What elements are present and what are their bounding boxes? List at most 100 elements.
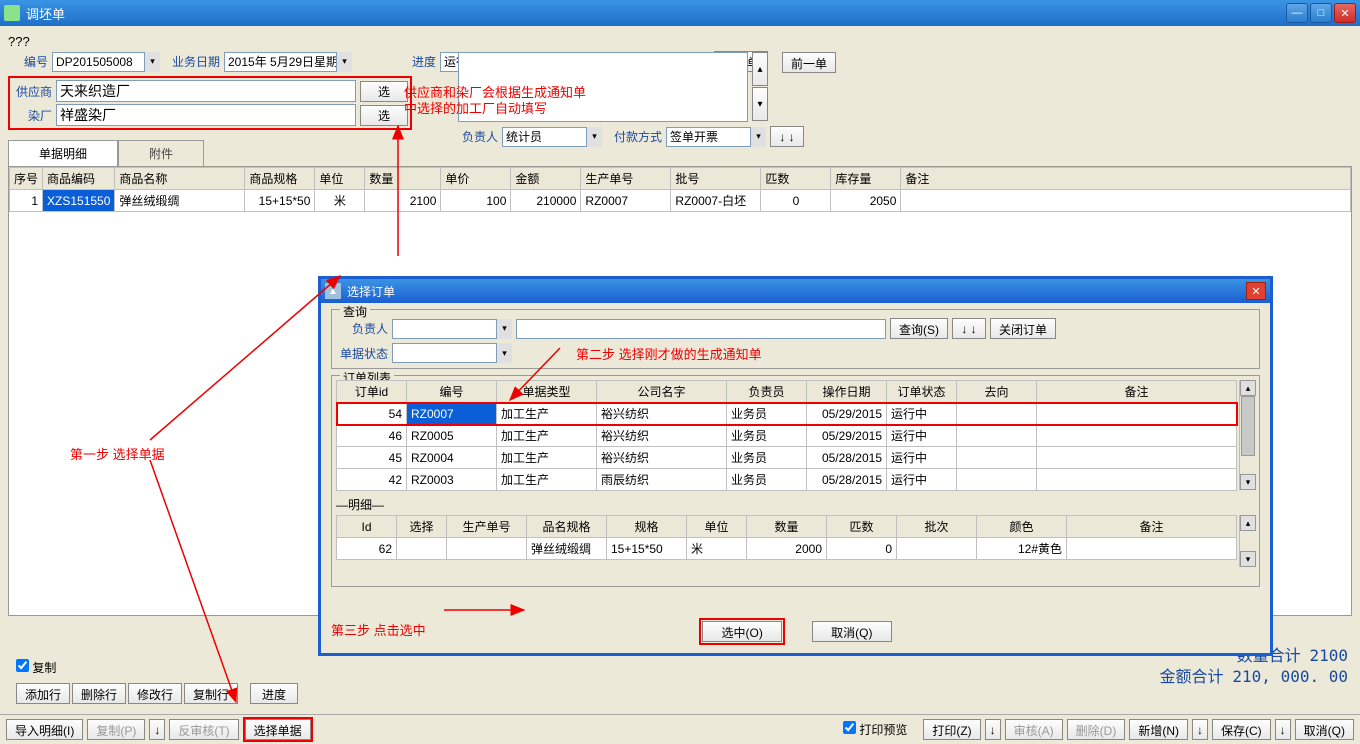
content-marker: ??? (8, 34, 1352, 49)
approve-button: 审核(A) (1005, 719, 1063, 740)
save-button[interactable]: 保存(C) (1212, 719, 1271, 740)
col-qty: 数量 (365, 168, 441, 190)
footer-bar: 导入明细(I) 复制(P) ↓ 反审核(T) 选择单据 打印预览 打印(Z) ↓… (0, 714, 1360, 744)
progress-button[interactable]: 进度 (250, 683, 298, 704)
memo-down-icon[interactable]: ▾ (752, 87, 768, 121)
delete-button: 删除(D) (1067, 719, 1126, 740)
select-sheet-button[interactable]: 选择单据 (245, 719, 311, 740)
total-amount: 210, 000. 00 (1232, 667, 1348, 686)
principal-dropdown-icon[interactable]: ▾ (586, 127, 602, 147)
cancel-button[interactable]: 取消(Q) (1295, 719, 1354, 740)
no-dropdown-icon[interactable]: ▾ (144, 52, 160, 72)
annotation-step2: 第二步 选择刚才做的生成通知单 (576, 344, 762, 363)
annotation-step3: 第三步 点击选中 (331, 620, 426, 639)
col-code: 商品编码 (43, 168, 115, 190)
order-scrollbar[interactable]: ▴▾ (1239, 380, 1255, 490)
detail-grid[interactable]: 序号 商品编码 商品名称 商品规格 单位 数量 单价 金额 生产单号 批号 匹数… (9, 167, 1351, 212)
dialog-icon: ▲ (325, 283, 341, 299)
dlg-query-button[interactable]: 查询(S) (890, 318, 948, 339)
col-spec: 商品规格 (245, 168, 315, 190)
progress-label: 进度 (400, 53, 436, 70)
order-grid[interactable]: 订单id编号单据类型公司名字负责员操作日期订单状态去向备注 54RZ0007加工… (336, 380, 1237, 491)
col-amount: 金额 (511, 168, 581, 190)
mod-row-button[interactable]: 修改行 (128, 683, 182, 704)
detail-scrollbar[interactable]: ▴▾ (1239, 515, 1255, 567)
dlg-principal-input[interactable] (392, 319, 512, 339)
dlg-query-input[interactable] (516, 319, 886, 339)
tab-detail[interactable]: 单据明细 (8, 140, 118, 166)
new-button[interactable]: 新增(N) (1129, 719, 1188, 740)
paymethod-label: 付款方式 (606, 128, 662, 145)
copy-row-button[interactable]: 复制行 (184, 683, 238, 704)
copy-checkbox[interactable]: 复制 (16, 661, 56, 675)
supplier-label: 供应商 (12, 83, 52, 100)
nav-down-button[interactable]: ↓ ↓ (770, 126, 804, 147)
title-bar: 调坯单 — □ ✕ (0, 0, 1360, 26)
paymethod-dropdown-icon[interactable]: ▾ (750, 127, 766, 147)
bizdate-label: 业务日期 (164, 53, 220, 70)
order-row[interactable]: 42RZ0003加工生产雨辰纺织业务员05/28/2015运行中 (337, 469, 1237, 491)
dialog-title-bar: ▲ 选择订单 ✕ (321, 279, 1270, 303)
print-dropdown-icon[interactable]: ↓ (985, 719, 1001, 740)
order-row[interactable]: 46RZ0005加工生产裕兴纺织业务员05/29/2015运行中 (337, 425, 1237, 447)
supplier-input[interactable] (56, 80, 356, 102)
no-label: 编号 (8, 53, 48, 70)
dye-input[interactable] (56, 104, 356, 126)
memo-textarea[interactable] (458, 52, 748, 122)
dlg-down-button[interactable]: ↓ ↓ (952, 318, 986, 339)
minimize-button[interactable]: — (1286, 3, 1308, 23)
query-group: 查询 负责人 ▾ 查询(S) ↓ ↓ 关闭订单 单据状态 ▾ 第二步 选择刚才做… (331, 309, 1260, 369)
new-dropdown-icon[interactable]: ↓ (1192, 719, 1208, 740)
dlg-principal-label: 负责人 (340, 320, 388, 337)
dlg-ok-button[interactable]: 选中(O) (702, 621, 782, 642)
select-order-dialog: ▲ 选择订单 ✕ 查询 负责人 ▾ 查询(S) ↓ ↓ 关闭订单 单据状态 ▾ … (318, 276, 1273, 656)
print-button[interactable]: 打印(Z) (923, 719, 980, 740)
grid-row[interactable]: 1 XZS151550 弹丝绒缎绸 15+15*50 米 2100 100 21… (10, 190, 1351, 212)
window-title: 调坯单 (26, 4, 1286, 23)
supplier-select-button[interactable]: 选 (360, 81, 408, 102)
dlg-principal-dropdown-icon[interactable]: ▾ (496, 319, 512, 339)
principal-label: 负责人 (458, 128, 498, 145)
dialog-close-button[interactable]: ✕ (1246, 282, 1266, 300)
save-dropdown-icon[interactable]: ↓ (1275, 719, 1291, 740)
col-batch: 批号 (671, 168, 761, 190)
dialog-title: 选择订单 (347, 283, 1246, 300)
row-actions: 添加行 删除行 修改行 复制行 进度 (16, 683, 298, 704)
content-area: ??? 编号 ▾ 业务日期 ▾ 进度 ▾ 操作员 后一单 供应商 选 (0, 26, 1360, 744)
close-button[interactable]: ✕ (1334, 3, 1356, 23)
dlg-status-dropdown-icon[interactable]: ▾ (496, 343, 512, 363)
dye-select-button[interactable]: 选 (360, 105, 408, 126)
prev-sheet-button[interactable]: 前一单 (782, 52, 836, 73)
bizdate-dropdown-icon[interactable]: ▾ (336, 52, 352, 72)
dlg-status-input[interactable] (392, 343, 512, 363)
col-prodno: 生产单号 (581, 168, 671, 190)
dlg-status-label: 单据状态 (340, 345, 388, 362)
order-row[interactable]: 54RZ0007加工生产裕兴纺织业务员05/29/2015运行中 (337, 403, 1237, 425)
copy-button: 复制(P) (87, 719, 145, 740)
col-price: 单价 (441, 168, 511, 190)
order-row[interactable]: 45RZ0004加工生产裕兴纺织业务员05/28/2015运行中 (337, 447, 1237, 469)
detail-group-label: —明细— (336, 496, 1255, 513)
print-preview-checkbox[interactable]: 打印预览 (843, 721, 907, 738)
bizdate-input[interactable] (224, 52, 352, 72)
col-remark: 备注 (901, 168, 1351, 190)
total-qty: 2100 (1309, 646, 1348, 665)
del-row-button[interactable]: 删除行 (72, 683, 126, 704)
order-detail-grid[interactable]: Id选择生产单号品名规格规格单位数量匹数批次颜色备注 62 弹丝绒缎绸 15+1… (336, 515, 1237, 560)
memo-up-icon[interactable]: ▴ (752, 52, 768, 86)
detail-row[interactable]: 62 弹丝绒缎绸 15+15*50 米 2000 0 12#黄色 (337, 538, 1237, 560)
add-row-button[interactable]: 添加行 (16, 683, 70, 704)
col-stock: 库存量 (831, 168, 901, 190)
dlg-close-order-button[interactable]: 关闭订单 (990, 318, 1056, 339)
dlg-cancel-button[interactable]: 取消(Q) (812, 621, 892, 642)
tab-attach[interactable]: 附件 (118, 140, 204, 166)
maximize-button[interactable]: □ (1310, 3, 1332, 23)
unapprove-button: 反审核(T) (169, 719, 238, 740)
dye-label: 染厂 (12, 107, 52, 124)
import-detail-button[interactable]: 导入明细(I) (6, 719, 83, 740)
main-window: 调坯单 — □ ✕ ??? 编号 ▾ 业务日期 ▾ 进度 ▾ 操作员 后一单 (0, 0, 1360, 744)
copy-checkbox-row: 复制 (16, 659, 56, 676)
app-icon (4, 5, 20, 21)
order-list-group: 订单列表 订单id编号单据类型公司名字负责员操作日期订单状态去向备注 54RZ0… (331, 375, 1260, 587)
copy-dropdown-icon[interactable]: ↓ (149, 719, 165, 740)
